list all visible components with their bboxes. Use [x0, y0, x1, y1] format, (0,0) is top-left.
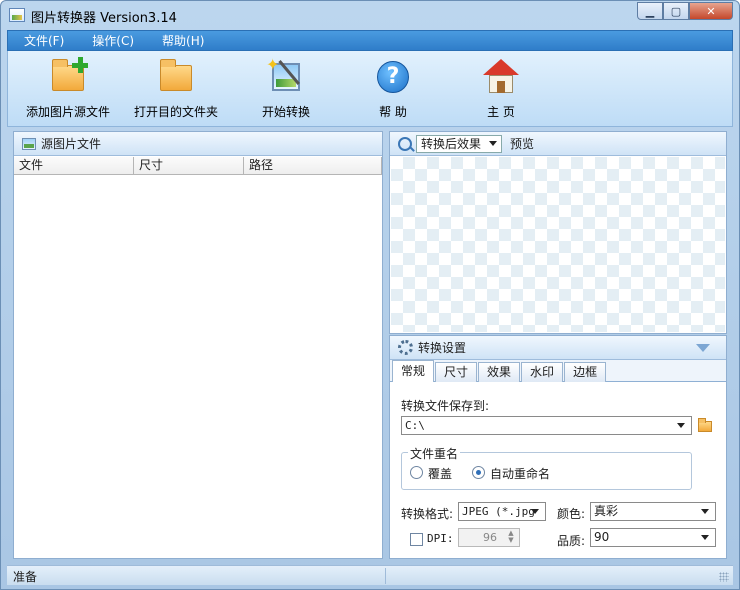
settings-tabs: 常规 尺寸 效果 水印 边框: [390, 360, 726, 382]
chevron-down-icon: [701, 535, 709, 540]
chevron-down-icon: [677, 423, 685, 428]
overwrite-radio[interactable]: [410, 466, 423, 479]
format-value: JPEG (*.jpg: [462, 505, 535, 518]
color-value: 真彩: [594, 504, 619, 518]
window-controls: ▁ ▢ ✕: [637, 2, 733, 20]
start-convert-button[interactable]: ✦ 开始转换: [254, 57, 318, 120]
close-button[interactable]: ✕: [689, 2, 733, 20]
quality-select[interactable]: 90: [590, 528, 716, 547]
rename-group: 文件重名 覆盖 自动重命名: [401, 445, 692, 490]
preview-mode-value: 转换后效果: [421, 137, 482, 151]
help-icon: ?: [373, 57, 413, 97]
save-to-select[interactable]: C:\: [401, 416, 692, 435]
app-icon: [9, 8, 25, 22]
column-path[interactable]: 路径: [244, 157, 382, 175]
general-tab-content: 转换文件保存到: C:\ 文件重名 覆盖 自动重命名 转换格式: JPEG (*…: [390, 382, 726, 558]
menu-operation[interactable]: 操作(C): [76, 32, 146, 49]
format-label: 转换格式:: [401, 507, 454, 521]
quality-label: 品质:: [557, 534, 586, 548]
dpi-checkbox[interactable]: [410, 533, 423, 546]
help-label: 帮 助: [379, 105, 407, 119]
save-to-label: 转换文件保存到:: [401, 399, 490, 413]
window-title: 图片转换器 Version3.14: [31, 11, 177, 26]
status-divider: [385, 568, 386, 584]
image-icon: [22, 137, 36, 150]
open-target-button[interactable]: 打开目的文件夹: [134, 57, 218, 120]
gear-icon: [398, 340, 413, 355]
chevron-down-icon: [531, 509, 539, 514]
status-bar: 准备: [7, 565, 733, 585]
tab-effects[interactable]: 效果: [478, 362, 521, 382]
help-button[interactable]: ? 帮 助: [366, 57, 420, 120]
preview-header: 转换后效果 预览: [390, 132, 726, 156]
collapse-icon[interactable]: [696, 344, 710, 352]
add-source-label: 添加图片源文件: [26, 105, 111, 119]
column-size[interactable]: 尺寸: [134, 157, 244, 175]
menu-bar: 文件(F) 操作(C) 帮助(H): [7, 30, 733, 51]
settings-title: 转换设置: [418, 341, 467, 355]
minimize-button[interactable]: ▁: [637, 2, 663, 20]
home-label: 主 页: [487, 105, 515, 119]
menu-help[interactable]: 帮助(H): [146, 32, 216, 49]
color-select[interactable]: 真彩: [590, 502, 716, 521]
magnifier-icon: [398, 136, 412, 151]
status-text: 准备: [13, 570, 38, 584]
source-files-header: 源图片文件: [14, 132, 382, 156]
browse-folder-icon[interactable]: [698, 418, 712, 432]
settings-panel: 转换设置 常规 尺寸 效果 水印 边框 转换文件保存到: C:\ 文件重名 覆盖…: [389, 335, 727, 559]
add-source-button[interactable]: 添加图片源文件: [26, 57, 110, 120]
tab-size[interactable]: 尺寸: [435, 362, 478, 382]
format-select[interactable]: JPEG (*.jpg: [458, 502, 546, 521]
maximize-button[interactable]: ▢: [663, 2, 689, 20]
preview-mode-select[interactable]: 转换后效果: [416, 134, 503, 153]
tab-general[interactable]: 常规: [392, 360, 435, 382]
folder-open-icon: [156, 57, 196, 97]
home-button[interactable]: 主 页: [474, 57, 528, 120]
preview-canvas: [391, 157, 725, 332]
tab-border[interactable]: 边框: [564, 362, 607, 382]
title-bar[interactable]: 图片转换器 Version3.14 ▁ ▢ ✕: [1, 1, 739, 29]
folder-add-icon: [48, 57, 88, 97]
preview-panel: 转换后效果 预览: [389, 131, 727, 334]
magic-wand-picture-icon: ✦: [266, 57, 306, 97]
settings-header[interactable]: 转换设置: [390, 336, 726, 360]
source-files-list[interactable]: [14, 176, 382, 558]
column-file[interactable]: 文件: [14, 157, 134, 175]
dpi-label: DPI:: [427, 532, 454, 545]
save-to-value: C:\: [405, 419, 425, 432]
dpi-value: 96: [483, 531, 497, 544]
rename-group-title: 文件重名: [408, 445, 461, 462]
home-icon: [481, 57, 521, 97]
source-files-columns: 文件 尺寸 路径: [14, 157, 382, 175]
app-window: 图片转换器 Version3.14 ▁ ▢ ✕ 文件(F) 操作(C) 帮助(H…: [0, 0, 740, 590]
tab-watermark[interactable]: 水印: [521, 362, 564, 382]
open-target-label: 打开目的文件夹: [134, 105, 219, 119]
preview-label: 预览: [510, 137, 535, 151]
menu-file[interactable]: 文件(F): [8, 32, 76, 49]
source-files-title: 源图片文件: [41, 137, 102, 151]
resize-grip-icon[interactable]: [719, 572, 729, 582]
dpi-stepper[interactable]: 96 ▲ ▼: [458, 528, 520, 547]
color-label: 颜色:: [557, 507, 586, 521]
overwrite-label[interactable]: 覆盖: [428, 465, 452, 482]
quality-value: 90: [594, 530, 610, 544]
start-convert-label: 开始转换: [261, 105, 310, 119]
chevron-down-icon: [701, 509, 709, 514]
auto-rename-label[interactable]: 自动重命名: [490, 465, 550, 482]
chevron-down-icon: [489, 141, 498, 146]
toolbar: 添加图片源文件 打开目的文件夹 ✦ 开始转换 ? 帮 助 主 页: [7, 51, 733, 127]
spin-arrows-icon[interactable]: ▲ ▼: [505, 530, 517, 545]
auto-rename-radio[interactable]: [472, 466, 485, 479]
source-files-panel: 源图片文件 文件 尺寸 路径: [13, 131, 383, 559]
